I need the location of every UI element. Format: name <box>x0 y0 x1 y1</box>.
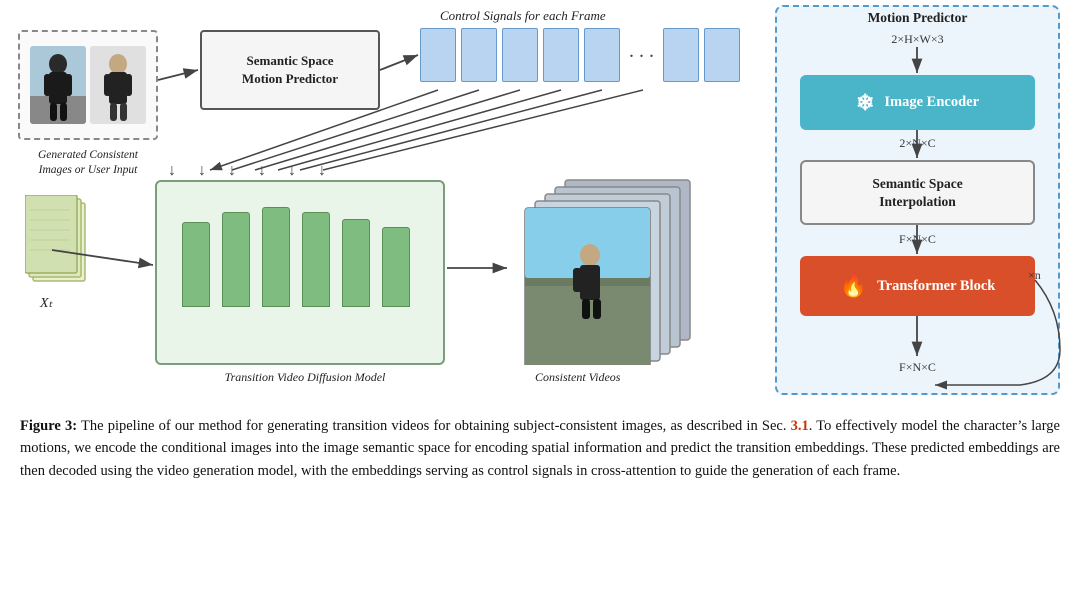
person-image-2 <box>90 46 146 124</box>
mp-dim-bottom: F×N×C <box>775 360 1060 375</box>
down-arrow-2: ↓ <box>198 162 206 180</box>
tvdm-bars <box>157 182 443 327</box>
sec-ref: 3.1 <box>791 418 809 434</box>
down-arrow-4: ↓ <box>258 162 266 180</box>
mp-title: Motion Predictor <box>775 10 1060 26</box>
flame-icon: 🔥 <box>840 273 867 299</box>
caption-text1: The pipeline of our method for generatin… <box>77 418 791 434</box>
tvdm-label: Transition Video Diffusion Model <box>185 370 425 385</box>
figure-label: Figure 3: <box>20 418 77 434</box>
ctrl-frame-6 <box>663 28 699 82</box>
tvdm-bar-5 <box>342 219 370 307</box>
dots: . . . <box>625 40 658 63</box>
xt-box <box>25 195 95 290</box>
caption-area: Figure 3: The pipeline of our method for… <box>20 415 1060 482</box>
person-image-1 <box>30 46 86 124</box>
mp-dim-top: 2×H×W×3 <box>775 32 1060 47</box>
down-arrow-5: ↓ <box>288 162 296 180</box>
mp-ssi-box: Semantic Space Interpolation <box>800 160 1035 225</box>
down-arrow-1: ↓ <box>168 162 176 180</box>
tvdm-bar-3 <box>262 207 290 307</box>
tvdm-bar-2 <box>222 212 250 307</box>
consistent-videos <box>510 175 705 365</box>
consistent-videos-label: Consistent Videos <box>535 370 620 385</box>
ssmp-box: Semantic Space Motion Predictor <box>200 30 380 110</box>
control-frames: . . . <box>420 28 740 82</box>
mp-dim-mid1: 2×N×C <box>775 136 1060 151</box>
xt-label: Xₜ <box>40 295 53 312</box>
tvdm-bar-6 <box>382 227 410 307</box>
tvdm-bar-1 <box>182 222 210 307</box>
ctrl-frame-3 <box>502 28 538 82</box>
input-images-label: Generated Consistent Images or User Inpu… <box>18 148 158 178</box>
input-images-box <box>18 30 158 140</box>
snowflake-icon: ❄ <box>856 90 874 116</box>
mp-image-encoder-box: ❄ Image Encoder <box>800 75 1035 130</box>
ctrl-frame-5 <box>584 28 620 82</box>
ctrl-frame-7 <box>704 28 740 82</box>
tvdm-box <box>155 180 445 365</box>
down-arrows: ↓ ↓ ↓ ↓ ↓ ↓ <box>168 162 326 180</box>
xn-label: ×n <box>1028 268 1060 283</box>
down-arrow-6: ↓ <box>318 162 326 180</box>
ctrl-frame-2 <box>461 28 497 82</box>
control-signals-label: Control Signals for each Frame <box>440 8 606 24</box>
ctrl-frame-4 <box>543 28 579 82</box>
mp-dim-mid2: F×N×C <box>775 232 1060 247</box>
tvdm-bar-4 <box>302 212 330 307</box>
mp-transformer-box: 🔥 Transformer Block <box>800 256 1035 316</box>
down-arrow-3: ↓ <box>228 162 236 180</box>
ctrl-frame-1 <box>420 28 456 82</box>
diagram-area: Generated Consistent Images or User Inpu… <box>0 0 1080 420</box>
